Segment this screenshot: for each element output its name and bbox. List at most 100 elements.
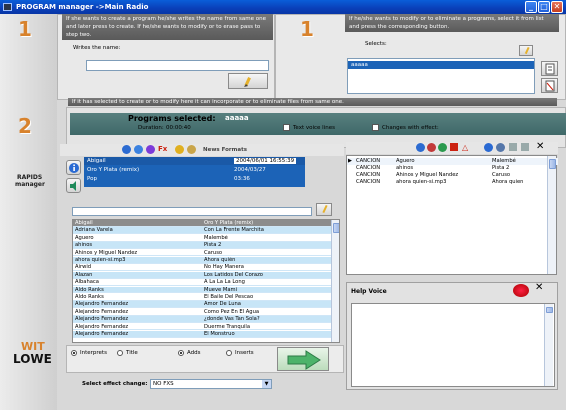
playlist-toolbar: △ ✕ (346, 141, 558, 154)
playlist-row[interactable]: ▶ CANCION Aguero Malembé (347, 158, 558, 165)
step-2-number: 2 (18, 114, 32, 138)
table-row[interactable]: Albahaca A La La La Long (73, 279, 331, 286)
playlist-artist: Ahinos y Miguel Nandez (396, 172, 459, 178)
playlist[interactable]: ▶ CANCION Aguero Malembé CANCION ahinos Pista … (346, 155, 558, 275)
info-button[interactable] (66, 160, 81, 175)
maximize-button[interactable]: □ (538, 1, 550, 13)
add-to-playlist-button[interactable] (277, 347, 329, 371)
effect-select-value: NO FXS (153, 381, 174, 387)
track-list-scroll-thumb[interactable] (333, 223, 339, 233)
playlist-type: CANCION (356, 179, 381, 185)
create-button[interactable] (228, 73, 268, 89)
track-info-box: Abigail 2004/06/01 16:55:39 Oro Y Plata … (84, 157, 305, 187)
interprets-radio[interactable] (71, 350, 77, 356)
filter-edit-button[interactable] (316, 203, 332, 216)
help-scroll-thumb[interactable] (546, 307, 553, 313)
track-artist: Alejandro Fernandez (75, 323, 129, 330)
program-name-input[interactable] (86, 60, 269, 71)
track-artist: ahora quien-si.mp3 (75, 257, 126, 263)
record-icon[interactable] (438, 143, 447, 152)
modify-instruction: If he/she wants to modify or to eliminat… (345, 14, 559, 32)
table-row[interactable]: Alejandro Fernandez ¿donde Vas Tan Sola? (73, 316, 331, 323)
track-info-title-1: Abigail (87, 158, 106, 164)
warning-icon[interactable]: △ (462, 143, 468, 152)
filter-input[interactable] (72, 207, 312, 216)
playlist-title: Malembé (492, 158, 516, 164)
record-voice-icon[interactable] (513, 284, 529, 297)
step-1-number-right: 1 (300, 17, 314, 41)
playlist-artist: ahinos (396, 165, 414, 171)
info-icon[interactable] (484, 143, 493, 152)
track-artist: Airwid (75, 264, 92, 271)
link-icon[interactable] (122, 145, 131, 154)
settings-icon[interactable] (416, 143, 425, 152)
track-artist: Aguero (75, 234, 94, 241)
playlist-row[interactable]: CANCION Ahinos y Miguel Nandez Caruso (347, 172, 558, 179)
selects-label: Selects: (365, 41, 387, 47)
track-list[interactable]: Abigail Oro Y Plata (remix) Adriana Vare… (72, 219, 340, 343)
chevron-down-icon[interactable]: ▼ (262, 380, 271, 388)
help-scrollbar[interactable] (544, 304, 553, 386)
flower-icon[interactable] (146, 145, 155, 154)
swap-icon[interactable] (427, 143, 436, 152)
info-icon (69, 163, 79, 173)
table-row[interactable]: Alejandro Fernandez El Monstruo (73, 331, 331, 338)
delete-program-button[interactable] (541, 78, 558, 93)
help-close-icon[interactable]: ✕ (535, 282, 543, 293)
program-select-list[interactable]: aaaaa (347, 58, 535, 94)
inserts-radio[interactable] (226, 350, 232, 356)
table-row[interactable]: Alejandro Fernandez Amor De Luna (73, 301, 331, 309)
table-row[interactable]: Alazan Los Latidos Del Corazo (73, 271, 331, 279)
stop-icon[interactable] (450, 143, 458, 151)
track-list-scrollbar[interactable] (331, 220, 339, 342)
text-voice-checkbox[interactable] (283, 124, 290, 131)
track-title: Duerme Tranquila (204, 323, 251, 330)
news-formats-label: News Formats (203, 147, 247, 153)
save-icon[interactable] (509, 143, 517, 151)
playlist-row[interactable]: CANCION ahinos Pista 2 (347, 165, 558, 172)
speaker-button[interactable] (66, 178, 81, 193)
duration-label: Duration: (138, 125, 164, 131)
track-list-header[interactable]: Abigail Oro Y Plata (remix) (73, 220, 331, 227)
track-artist: ahinos (75, 242, 93, 249)
wand-icon[interactable] (187, 145, 196, 154)
fx-icon[interactable]: Fx (158, 145, 167, 153)
track-artist: Aldo Ranks (75, 286, 104, 293)
refresh-icon[interactable] (134, 145, 143, 154)
track-artist: Alejandro Fernandez (75, 301, 129, 308)
play-marker-icon: ▶ (348, 158, 352, 164)
playlist-type: CANCION (356, 158, 381, 164)
close-playlist-icon[interactable]: ✕ (536, 141, 544, 152)
table-row[interactable]: Airwid No Hay Manera (73, 264, 331, 272)
table-row[interactable]: Adriana Varela Con La Frente Marchita (73, 227, 331, 235)
table-row[interactable]: Alejandro Fernandez Duerme Tranquila (73, 324, 331, 331)
track-title: Los Latidos Del Corazo (204, 271, 263, 278)
star-icon[interactable] (175, 145, 184, 154)
playlist-scroll-thumb[interactable] (549, 159, 556, 169)
track-artist: Alejandro Fernandez (75, 308, 129, 315)
table-row[interactable]: Aldo Ranks Mueve Mami (73, 286, 331, 294)
window-title: PROGRAM manager ->Main Radio (16, 3, 149, 11)
playlist-scrollbar[interactable] (547, 156, 556, 274)
modify-button[interactable] (541, 61, 558, 76)
track-artist: Alazan (75, 271, 93, 278)
table-row[interactable]: Ahinos y Miguel Nandez Caruso (73, 250, 331, 257)
name-label: Writes the name: (73, 45, 121, 51)
table-row[interactable]: ahora quien-si.mp3 Ahora quién (73, 257, 331, 264)
help-voice-text[interactable] (351, 303, 555, 387)
adds-radio[interactable] (178, 350, 184, 356)
minimize-button[interactable]: _ (525, 1, 537, 13)
changes-effect-checkbox[interactable] (372, 124, 379, 131)
playlist-row[interactable]: CANCION ahora quien-si.mp3 Ahora quien (347, 179, 558, 186)
effect-select[interactable]: NO FXS ▼ (150, 379, 272, 389)
selected-program-item[interactable]: aaaaa (348, 61, 534, 69)
table-row[interactable]: ahinos Pista 2 (73, 242, 331, 249)
select-edit-button[interactable] (519, 45, 533, 56)
table-row[interactable]: Aldo Ranks El Baile Del Pescao (73, 294, 331, 301)
eject-icon[interactable] (496, 143, 505, 152)
table-row[interactable]: Alejandro Fernandez Como Pez En El Agua (73, 309, 331, 316)
disk-icon[interactable] (521, 143, 529, 151)
title-radio[interactable] (117, 350, 123, 356)
table-row[interactable]: Aguero Malembé (73, 235, 331, 242)
close-button[interactable]: ✕ (551, 1, 563, 13)
